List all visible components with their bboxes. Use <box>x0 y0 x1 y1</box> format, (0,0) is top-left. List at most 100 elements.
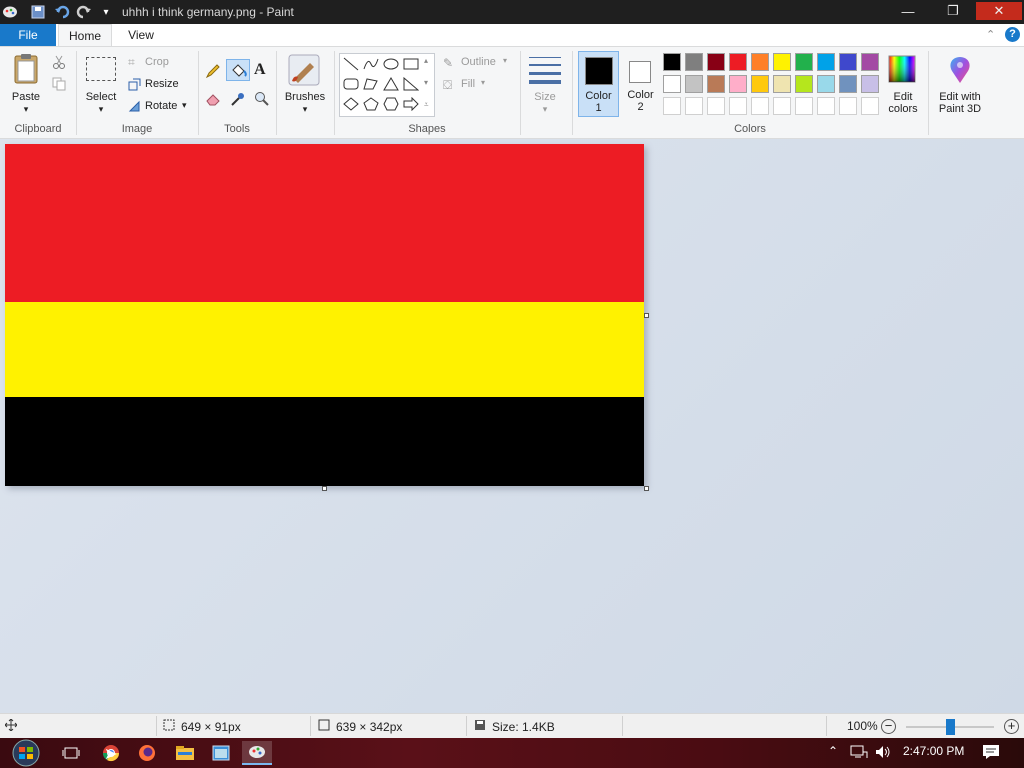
custom-color-slot[interactable] <box>729 97 747 115</box>
size-dropdown-icon[interactable]: ▾ <box>524 103 566 115</box>
rotate-button[interactable]: Rotate <box>145 100 177 112</box>
magnifier-icon[interactable] <box>254 91 270 110</box>
file-explorer-icon[interactable] <box>170 741 200 765</box>
edit-with-paint3d-button-line2[interactable]: Paint 3D <box>932 103 988 115</box>
shapes-scroll-up-icon[interactable]: ▴ <box>424 56 428 65</box>
resize-handle-bottom[interactable] <box>322 486 327 491</box>
fill-dropdown-icon[interactable]: ▾ <box>481 78 485 87</box>
custom-color-slot[interactable] <box>751 97 769 115</box>
edit-colors-button-line2[interactable]: colors <box>882 103 924 115</box>
custom-color-slot[interactable] <box>707 97 725 115</box>
fill-icon[interactable] <box>226 59 250 81</box>
help-icon[interactable]: ? <box>1005 27 1020 42</box>
maximize-button[interactable]: ❐ <box>931 2 975 20</box>
collapse-ribbon-icon[interactable]: ⌃ <box>986 28 995 41</box>
network-icon[interactable] <box>850 744 868 763</box>
custom-color-slot[interactable] <box>861 97 879 115</box>
paint-app-icon[interactable] <box>2 4 18 20</box>
zoom-out-button[interactable]: − <box>881 719 896 734</box>
custom-color-slot[interactable] <box>685 97 703 115</box>
curve-shape-icon[interactable] <box>362 56 380 72</box>
save-icon[interactable] <box>30 4 46 20</box>
volume-icon[interactable] <box>874 744 892 763</box>
text-icon[interactable]: A <box>254 61 266 79</box>
palette-swatch[interactable] <box>795 53 813 71</box>
triangle-shape-icon[interactable] <box>382 76 400 92</box>
crop-button[interactable]: Crop <box>145 56 169 68</box>
notifications-icon[interactable] <box>982 744 1000 763</box>
taskbar-clock[interactable]: 2:47:00 PM <box>903 744 964 758</box>
app-window-icon[interactable] <box>206 741 236 765</box>
custom-color-slot[interactable] <box>817 97 835 115</box>
select-dropdown-icon[interactable]: ▾ <box>80 103 122 115</box>
close-button[interactable]: ✕ <box>976 2 1022 20</box>
drawing-canvas[interactable] <box>5 144 644 486</box>
resize-icon[interactable] <box>128 78 141 94</box>
palette-swatch[interactable] <box>663 75 681 93</box>
line-shape-icon[interactable] <box>342 56 360 72</box>
custom-color-slot[interactable] <box>839 97 857 115</box>
redo-icon[interactable] <box>76 4 92 20</box>
palette-swatch[interactable] <box>729 75 747 93</box>
polygon-shape-icon[interactable] <box>362 76 380 92</box>
task-view-icon[interactable] <box>56 741 86 765</box>
palette-swatch[interactable] <box>795 75 813 93</box>
customize-quick-access-icon[interactable]: ▾ <box>98 4 114 20</box>
custom-color-slot[interactable] <box>663 97 681 115</box>
fill-bucket-icon[interactable]: ⛋ <box>443 78 452 93</box>
cut-icon[interactable] <box>52 55 66 72</box>
paste-button[interactable]: Paste <box>8 91 44 103</box>
color-picker-icon[interactable] <box>230 91 246 110</box>
start-button[interactable] <box>6 739 46 767</box>
palette-swatch[interactable] <box>751 53 769 71</box>
color1-button[interactable]: Color 1 <box>578 51 619 117</box>
hexagon-shape-icon[interactable] <box>382 96 400 112</box>
brushes-icon[interactable] <box>288 53 320 90</box>
custom-color-slot[interactable] <box>795 97 813 115</box>
fill-button[interactable]: Fill <box>461 78 475 90</box>
rotate-icon[interactable] <box>128 100 141 116</box>
edit-colors-icon[interactable] <box>888 55 916 86</box>
palette-swatch[interactable] <box>773 53 791 71</box>
palette-swatch[interactable] <box>839 75 857 93</box>
resize-handle-right[interactable] <box>644 313 649 318</box>
canvas-area[interactable] <box>0 139 1024 713</box>
palette-swatch[interactable] <box>707 75 725 93</box>
palette-swatch[interactable] <box>729 53 747 71</box>
palette-swatch[interactable] <box>773 75 791 93</box>
edit-with-paint3d-button[interactable]: Edit with <box>932 91 988 103</box>
palette-swatch[interactable] <box>817 53 835 71</box>
palette-swatch[interactable] <box>663 53 681 71</box>
tab-home[interactable]: Home <box>58 24 112 46</box>
resize-button[interactable]: Resize <box>145 78 179 90</box>
brushes-dropdown-icon[interactable]: ▾ <box>282 103 328 115</box>
size-icon[interactable] <box>529 55 561 88</box>
rounded-rectangle-shape-icon[interactable] <box>342 76 360 92</box>
palette-swatch[interactable] <box>685 75 703 93</box>
zoom-in-button[interactable]: + <box>1004 719 1019 734</box>
right-triangle-shape-icon[interactable] <box>402 76 420 92</box>
zoom-slider-thumb[interactable] <box>946 719 955 735</box>
diamond-shape-icon[interactable] <box>342 96 360 112</box>
paste-dropdown-icon[interactable]: ▾ <box>8 103 44 115</box>
eraser-icon[interactable] <box>205 91 221 110</box>
palette-swatch[interactable] <box>817 75 835 93</box>
select-button[interactable]: Select <box>80 91 122 103</box>
show-hidden-icons-icon[interactable]: ⌃ <box>828 744 838 758</box>
brushes-button[interactable]: Brushes <box>282 91 328 103</box>
size-button[interactable]: Size <box>524 91 566 103</box>
palette-swatch[interactable] <box>707 53 725 71</box>
paste-icon[interactable] <box>12 53 40 88</box>
firefox-icon[interactable] <box>132 741 162 765</box>
rotate-dropdown-icon[interactable]: ▾ <box>182 100 187 111</box>
select-icon[interactable] <box>86 57 116 81</box>
pentagon-shape-icon[interactable] <box>362 96 380 112</box>
palette-swatch[interactable] <box>861 53 879 71</box>
color2-button[interactable]: Color 2 <box>620 51 661 117</box>
palette-swatch[interactable] <box>751 75 769 93</box>
outline-button[interactable]: Outline <box>461 56 496 68</box>
edit-colors-button[interactable]: Edit <box>882 91 924 103</box>
oval-shape-icon[interactable] <box>382 56 400 72</box>
palette-swatch[interactable] <box>861 75 879 93</box>
rectangle-shape-icon[interactable] <box>402 56 420 72</box>
